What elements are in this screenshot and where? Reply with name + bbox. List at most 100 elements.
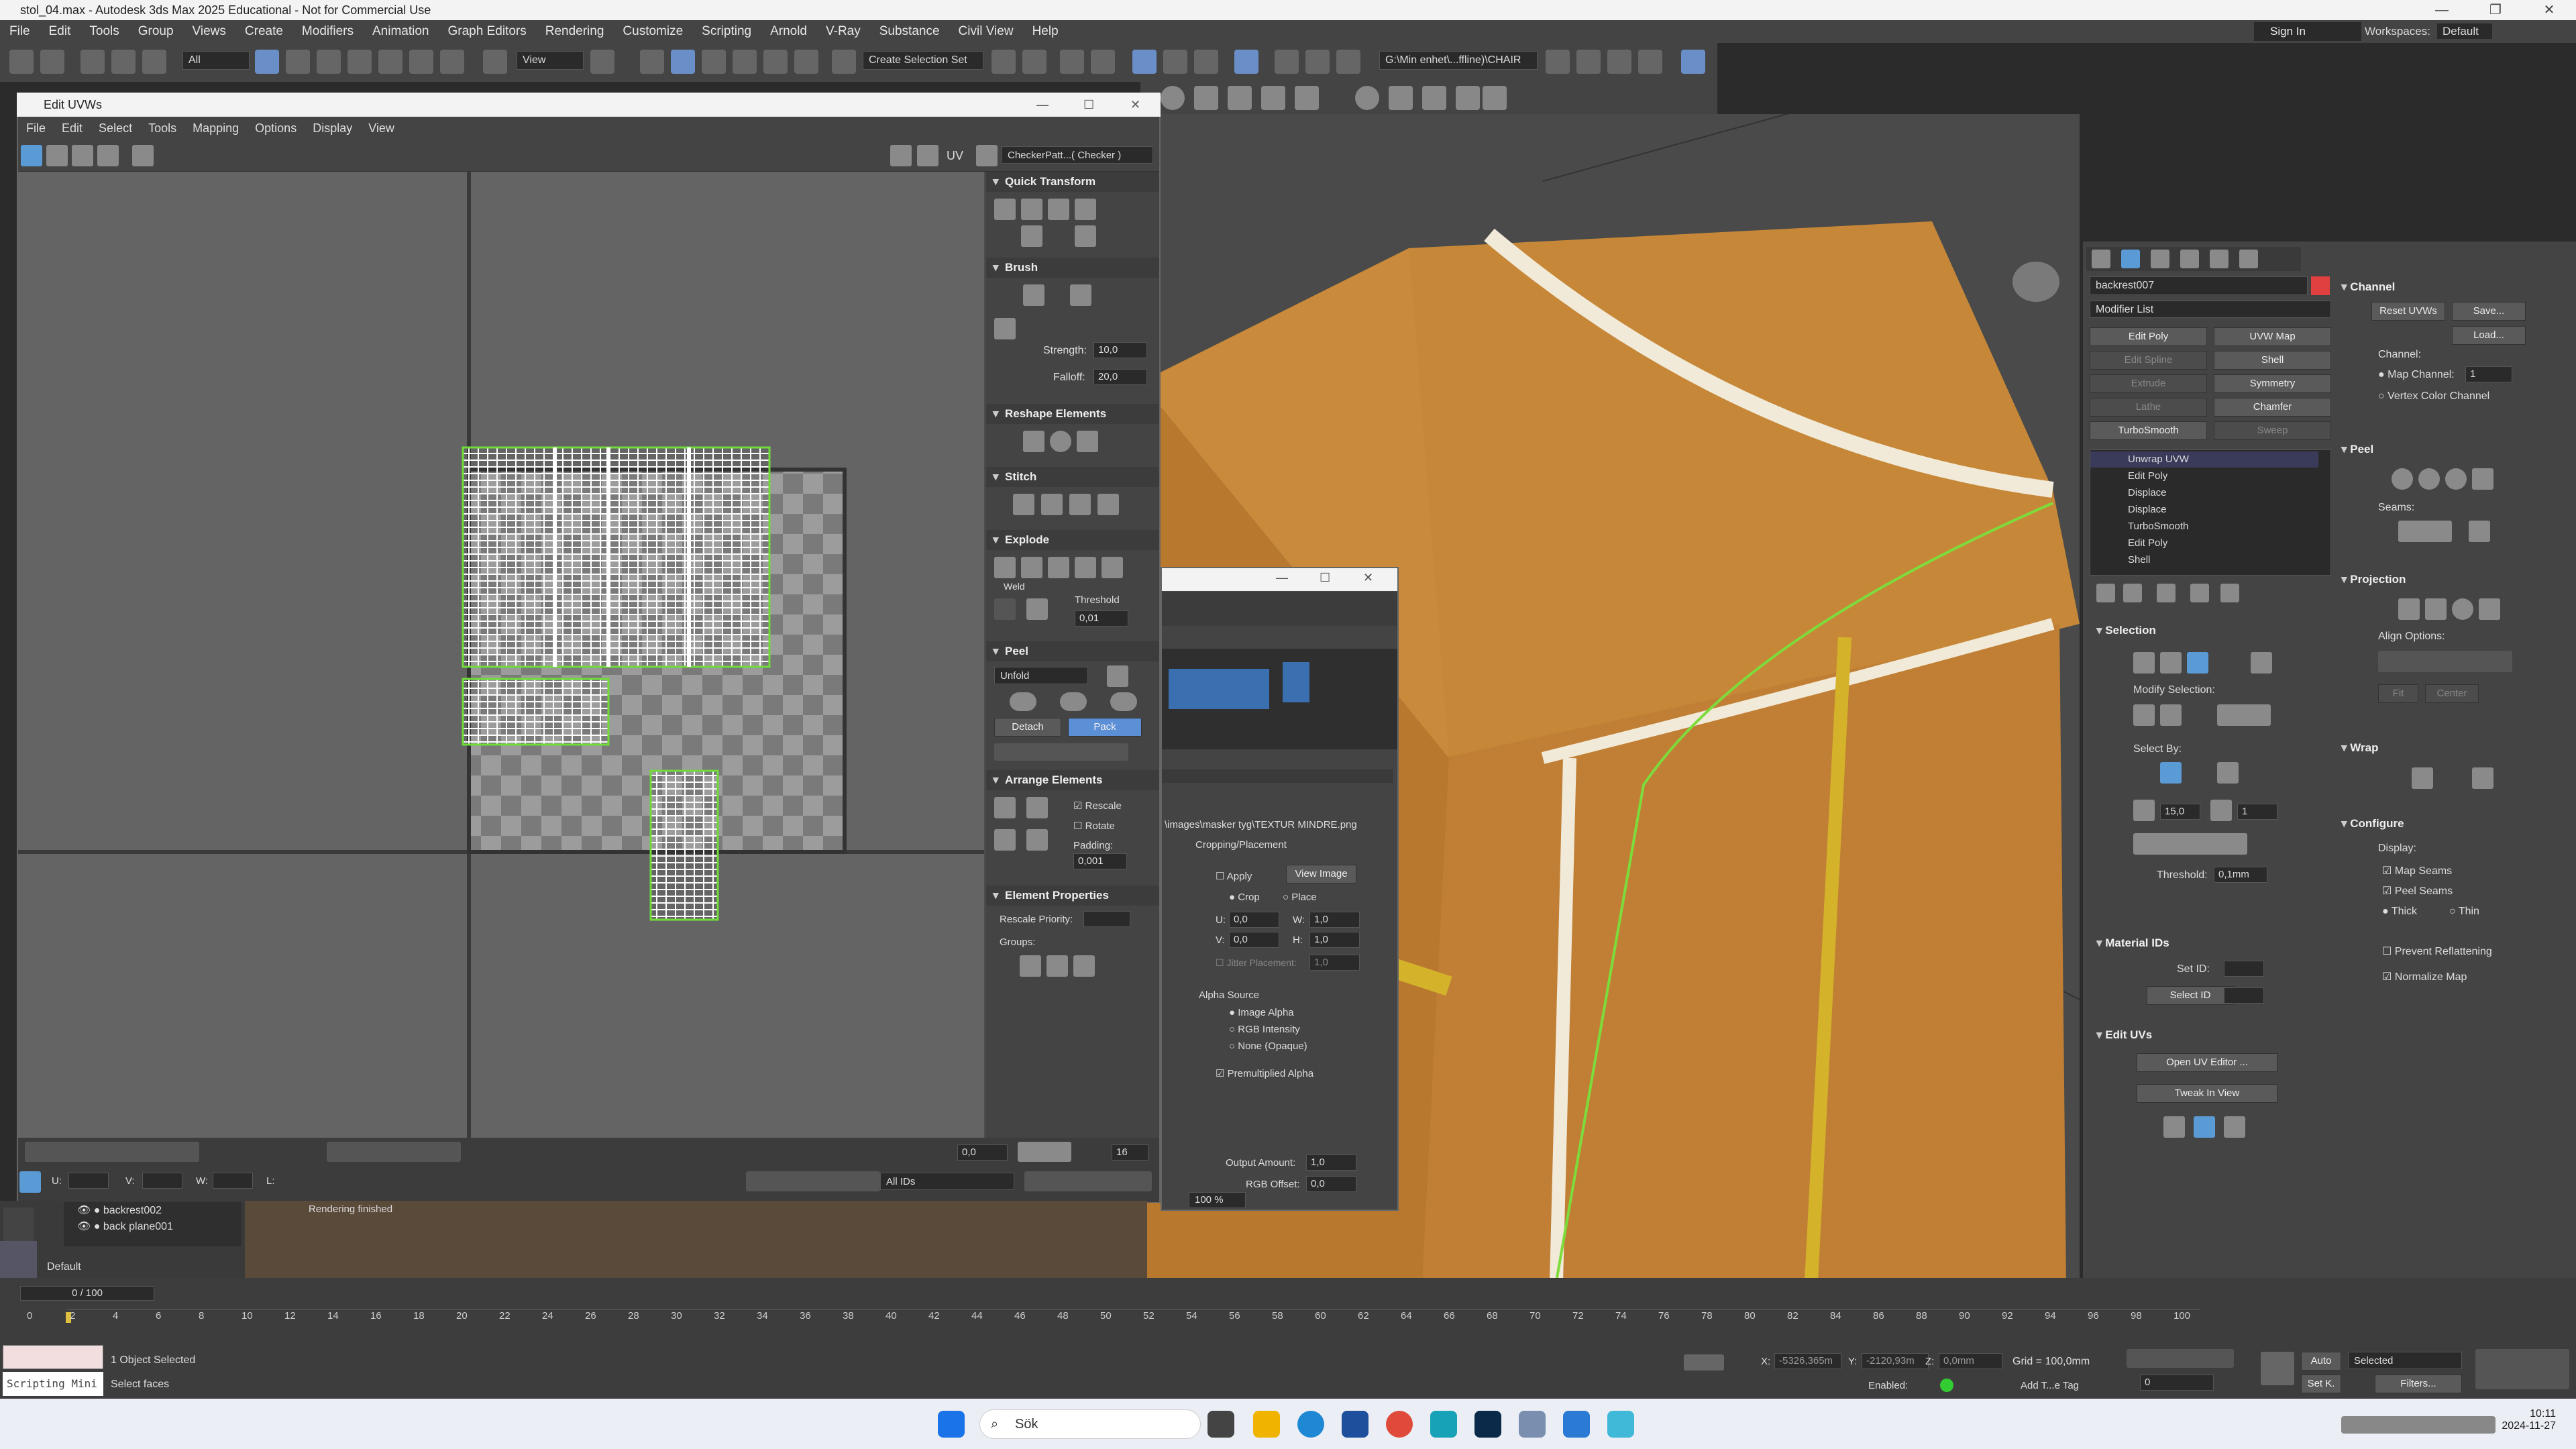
mirror-icon[interactable] bbox=[991, 50, 1016, 74]
select-object-icon[interactable] bbox=[255, 50, 279, 74]
link-icon[interactable] bbox=[80, 50, 105, 74]
material-node[interactable] bbox=[1169, 669, 1269, 709]
pack-normalize-icon[interactable] bbox=[1026, 797, 1048, 818]
cylindrical-map-icon[interactable] bbox=[2425, 598, 2447, 620]
stack-item-displace[interactable]: Displace bbox=[2090, 485, 2318, 501]
menu-file[interactable]: File bbox=[0, 20, 40, 43]
relax-brush-icon[interactable] bbox=[1070, 284, 1091, 306]
uvw-menu-mapping[interactable]: Mapping bbox=[184, 117, 247, 140]
thin-radio[interactable]: ○ Thin bbox=[2449, 906, 2479, 918]
pin-stack-icon[interactable] bbox=[2096, 584, 2115, 602]
falloff-spinner[interactable]: 20,0 bbox=[1093, 369, 1147, 385]
quick-peel-icon[interactable] bbox=[2392, 468, 2413, 490]
y-coordinate[interactable]: -2120,93m bbox=[1862, 1353, 1929, 1369]
select-by-count-icon[interactable] bbox=[2210, 800, 2232, 821]
menu-modifiers[interactable]: Modifiers bbox=[292, 20, 363, 43]
uvw-menu-options[interactable]: Options bbox=[247, 117, 305, 140]
load-uvws-button[interactable]: Load... bbox=[2452, 326, 2526, 345]
modifier-list-dropdown[interactable]: Modifier List bbox=[2090, 301, 2331, 318]
align-xyz-icons[interactable] bbox=[2378, 651, 2512, 672]
start-icon[interactable] bbox=[938, 1411, 965, 1438]
selection-filter-dropdown[interactable]: All bbox=[182, 51, 250, 70]
sign-in-button[interactable]: Sign In bbox=[2254, 22, 2361, 41]
viewport-layout-icon[interactable] bbox=[1681, 50, 1705, 74]
scripting-mini[interactable]: Scripting Mini bbox=[3, 1372, 103, 1396]
flatten-icon[interactable] bbox=[1048, 557, 1069, 578]
checker-icon[interactable] bbox=[976, 145, 998, 166]
modifier-stack[interactable]: Unwrap UVW Edit Poly Displace Displace T… bbox=[2090, 449, 2331, 576]
time-slider[interactable]: 0 / 100 bbox=[20, 1286, 154, 1301]
menu-substance[interactable]: Substance bbox=[870, 20, 949, 43]
viewport-navigation-icons[interactable] bbox=[2475, 1349, 2569, 1389]
menu-group[interactable]: Group bbox=[129, 20, 183, 43]
rectangle-selection-icon[interactable] bbox=[317, 50, 341, 74]
edit-uvs-header[interactable]: Edit UVs bbox=[2096, 1028, 2152, 1042]
pack-button[interactable]: Pack bbox=[1068, 718, 1142, 737]
mat-minimize-icon[interactable]: — bbox=[1276, 571, 1288, 585]
xyz-axis-icons[interactable] bbox=[2133, 833, 2247, 855]
motion-tab-icon[interactable] bbox=[2180, 250, 2199, 268]
spherical-map-icon[interactable] bbox=[2452, 598, 2473, 620]
render-setup-icon[interactable] bbox=[1275, 50, 1299, 74]
angle-snap-icon[interactable] bbox=[733, 50, 757, 74]
weld-threshold-spinner[interactable]: 0,01 bbox=[1075, 610, 1128, 627]
scene-explorer-icon[interactable] bbox=[1060, 50, 1084, 74]
key-icon[interactable] bbox=[2261, 1352, 2294, 1385]
rendered-frame-icon[interactable] bbox=[1305, 50, 1330, 74]
stack-item-edit-poly-2[interactable]: Edit Poly bbox=[2090, 535, 2318, 551]
menu-rendering[interactable]: Rendering bbox=[536, 20, 614, 43]
cloud-icon[interactable] bbox=[1422, 86, 1446, 110]
material-ids-dropdown[interactable]: All IDs bbox=[880, 1173, 1014, 1190]
unfold-dropdown[interactable]: Unfold bbox=[994, 667, 1088, 684]
reference-coord-dropdown[interactable]: View bbox=[517, 51, 584, 70]
rotate-90-icon[interactable] bbox=[1075, 199, 1096, 220]
uvw-menu-edit[interactable]: Edit bbox=[54, 117, 91, 140]
straighten-icon[interactable] bbox=[1048, 199, 1069, 220]
app-icon-2[interactable] bbox=[1563, 1411, 1590, 1438]
pack-custom-icon[interactable] bbox=[994, 829, 1016, 851]
light-icon[interactable] bbox=[1228, 86, 1252, 110]
paint-move-icon[interactable] bbox=[1023, 284, 1044, 306]
peel-seams-checkbox[interactable]: ☑ Peel Seams bbox=[2382, 884, 2453, 898]
prevent-reflattening-checkbox[interactable]: ☐ Prevent Reflattening bbox=[2382, 945, 2492, 958]
select-count-spinner[interactable]: 1 bbox=[2237, 804, 2277, 820]
pivot-center-icon[interactable] bbox=[590, 50, 614, 74]
menu-scripting[interactable]: Scripting bbox=[692, 20, 761, 43]
mirror-uv-icon[interactable] bbox=[132, 145, 154, 166]
edge-select-icon[interactable] bbox=[2160, 652, 2182, 674]
group-selected-icon[interactable] bbox=[1020, 955, 1041, 977]
z-coordinate[interactable]: 0,0mm bbox=[1939, 1353, 2002, 1369]
thick-radio[interactable]: ● Thick bbox=[2382, 906, 2417, 918]
peel-header[interactable]: Peel bbox=[986, 641, 1159, 661]
stitch-average-icon[interactable] bbox=[1041, 494, 1063, 515]
export-icon[interactable] bbox=[1638, 50, 1662, 74]
show-end-result-icon[interactable] bbox=[2123, 584, 2142, 602]
key-filter-dropdown[interactable]: Selected bbox=[2348, 1352, 2462, 1369]
relax-icon[interactable] bbox=[1050, 431, 1071, 452]
material-node-2[interactable] bbox=[1283, 662, 1309, 702]
spinner-snap-icon[interactable] bbox=[794, 50, 818, 74]
point-to-point-seams-icon[interactable] bbox=[2469, 521, 2490, 542]
display-tab-icon[interactable] bbox=[2210, 250, 2229, 268]
vray-icon[interactable] bbox=[1456, 86, 1480, 110]
uv-editor-canvas[interactable] bbox=[18, 172, 984, 1138]
grow-selection-icon[interactable] bbox=[2133, 704, 2155, 726]
uvw-minimize-icon[interactable]: — bbox=[1036, 93, 1049, 117]
set-id-spinner[interactable] bbox=[2224, 961, 2264, 977]
xy-toggle-icon[interactable] bbox=[1018, 1142, 1071, 1162]
element-properties-header[interactable]: Element Properties bbox=[986, 885, 1159, 906]
select-group-icon[interactable] bbox=[1073, 955, 1095, 977]
uvw-menu-select[interactable]: Select bbox=[91, 117, 140, 140]
stack-item-unwrap-uvw[interactable]: Unwrap UVW bbox=[2090, 451, 2318, 468]
hierarchy-tab-icon[interactable] bbox=[2151, 250, 2169, 268]
teapot-icon[interactable] bbox=[1194, 86, 1218, 110]
stitch-settings-icon[interactable] bbox=[1097, 494, 1119, 515]
select-by-smoothing-icon[interactable] bbox=[2217, 762, 2239, 784]
ribbon-toggle-icon[interactable] bbox=[1132, 50, 1157, 74]
brush-header[interactable]: Brush bbox=[986, 258, 1159, 278]
crop-radio[interactable]: ● Crop bbox=[1229, 892, 1260, 903]
select-manipulate-icon[interactable] bbox=[640, 50, 664, 74]
modify-tab-icon[interactable] bbox=[2121, 250, 2140, 268]
none-opaque-radio[interactable]: ○ None (Opaque) bbox=[1229, 1040, 1307, 1052]
uv-tweak-icon-2[interactable] bbox=[2194, 1116, 2215, 1138]
